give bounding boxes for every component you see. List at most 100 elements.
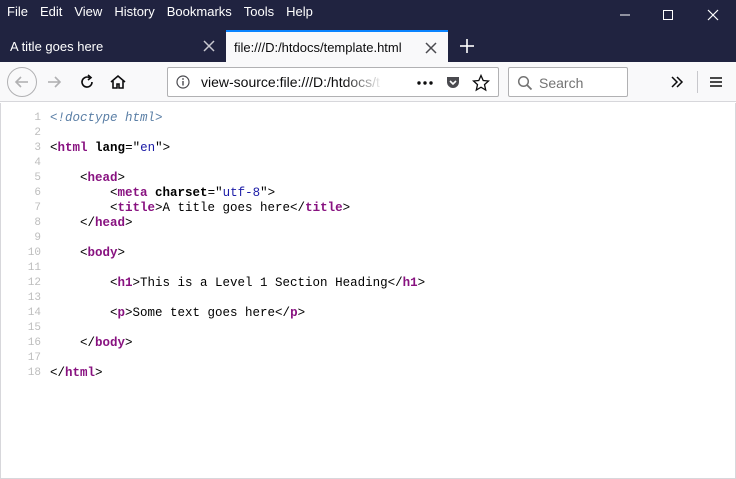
tab-strip: A title goes here file:///D:/htdocs/temp… — [0, 30, 736, 62]
code-token: p — [290, 306, 298, 320]
tab-a-title-goes-here[interactable]: A title goes here — [0, 30, 226, 62]
source-line: 17 — [1, 351, 735, 366]
code-token: < — [50, 171, 88, 185]
source-line: 7 <title>A title goes here</title> — [1, 201, 735, 216]
source-line: 4 — [1, 156, 735, 171]
menu-view[interactable]: View — [68, 0, 108, 24]
tab-close-icon[interactable] — [424, 41, 438, 55]
line-number: 4 — [34, 157, 41, 169]
code-token: > — [342, 201, 351, 215]
maximize-button[interactable] — [645, 0, 690, 30]
code-token: > — [417, 276, 426, 290]
code-token: body — [87, 246, 118, 260]
home-icon — [110, 74, 126, 89]
menu-tools[interactable]: Tools — [238, 0, 280, 24]
line-content: <html lang="en"> — [50, 141, 170, 156]
close-icon — [707, 9, 718, 21]
line-number: 9 — [34, 232, 41, 244]
search-bar[interactable]: Search — [508, 67, 628, 97]
line-number: 10 — [27, 247, 41, 259]
code-token: > — [95, 366, 103, 380]
code-token: =" — [207, 186, 223, 200]
source-line: 2 — [1, 126, 735, 141]
source-line: 13 — [1, 291, 735, 306]
line-number: 14 — [27, 307, 41, 319]
search-placeholder: Search — [539, 75, 584, 91]
menu-bookmarks[interactable]: Bookmarks — [161, 0, 238, 24]
bookmark-star-icon[interactable] — [472, 74, 490, 92]
tab-template-html[interactable]: file:///D:/htdocs/template.html — [226, 30, 448, 62]
minimize-icon — [619, 14, 630, 16]
line-content: </head> — [50, 216, 133, 231]
code-token: html — [57, 141, 88, 155]
source-line: 6 <meta charset="utf-8"> — [1, 186, 735, 201]
address-bar[interactable]: view-source:file:///D:/htdocs/t — [167, 67, 499, 97]
code-token: utf-8 — [222, 186, 261, 200]
code-token: html — [65, 366, 96, 380]
menu-edit[interactable]: Edit — [34, 0, 68, 24]
overflow-menu-button[interactable] — [664, 68, 690, 96]
menu-file[interactable]: File — [0, 0, 34, 24]
source-line: 12 <h1>This is a Level 1 Section Heading… — [1, 276, 735, 291]
source-line: 14 <p>Some text goes here</p> — [1, 306, 735, 321]
line-content: </body> — [50, 336, 133, 351]
code-token: < — [50, 141, 58, 155]
source-line: 3 <html lang="en"> — [1, 141, 735, 156]
code-token: < — [50, 276, 118, 290]
code-token: "> — [155, 141, 171, 155]
back-button[interactable] — [7, 67, 37, 97]
pocket-icon[interactable] — [445, 75, 461, 91]
code-token: title — [305, 201, 343, 215]
line-number: 11 — [27, 262, 41, 274]
chevron-double-right-icon — [671, 76, 684, 88]
source-line: 15 — [1, 321, 735, 336]
source-line: 10 <body> — [1, 246, 735, 261]
code-token: < — [50, 306, 118, 320]
source-line: 16 </body> — [1, 336, 735, 351]
line-content: <p>Some text goes here</p> — [50, 306, 305, 321]
code-token: en — [140, 141, 156, 155]
code-token: =" — [125, 141, 141, 155]
code-token: head — [87, 171, 118, 185]
line-number: 5 — [34, 172, 41, 184]
info-icon[interactable] — [176, 75, 190, 89]
main-menu-button[interactable] — [701, 68, 731, 96]
code-token: head — [95, 216, 126, 230]
line-number: 8 — [34, 217, 41, 229]
menu-history[interactable]: History — [108, 0, 160, 24]
tab-close-icon[interactable] — [202, 39, 216, 53]
source-line: 8 </head> — [1, 216, 735, 231]
source-line: 1 <!doctype html> — [1, 111, 735, 126]
forward-button[interactable] — [40, 68, 68, 96]
code-token: >A title goes here</ — [155, 201, 306, 215]
back-arrow-icon — [14, 76, 28, 88]
reload-icon — [81, 74, 93, 88]
code-token: charset — [155, 186, 208, 200]
code-token: >This is a Level 1 Section Heading</ — [132, 276, 403, 290]
page-actions-icon[interactable] — [416, 76, 434, 90]
line-number: 13 — [27, 292, 41, 304]
view-source-content[interactable]: 1 <!doctype html> 2 3 <html lang="en"> 4 5 <he… — [0, 103, 736, 479]
line-number: 1 — [34, 112, 41, 124]
window-close-button[interactable] — [690, 0, 735, 30]
source-code: 1 <!doctype html> 2 3 <html lang="en"> 4 5 <he… — [1, 111, 735, 381]
window-titlebar: File Edit View History Bookmarks Tools H… — [0, 0, 736, 62]
code-token: </ — [50, 336, 96, 350]
code-token: "> — [260, 186, 276, 200]
code-token: p — [117, 306, 126, 320]
source-line: 5 <head> — [1, 171, 735, 186]
plus-icon — [460, 39, 474, 53]
minimize-button[interactable] — [602, 0, 647, 30]
code-token: title — [117, 201, 156, 215]
new-tab-button[interactable] — [452, 30, 482, 62]
code-token: > — [125, 216, 133, 230]
code-token: < — [50, 246, 88, 260]
url-fade — [343, 70, 383, 94]
line-content: <h1>This is a Level 1 Section Heading</h… — [50, 276, 425, 291]
code-token: > — [117, 171, 126, 185]
home-button[interactable] — [104, 68, 132, 96]
code-token: < — [50, 201, 118, 215]
reload-button[interactable] — [73, 68, 101, 96]
menu-help[interactable]: Help — [280, 0, 319, 24]
code-token: lang — [95, 141, 126, 155]
